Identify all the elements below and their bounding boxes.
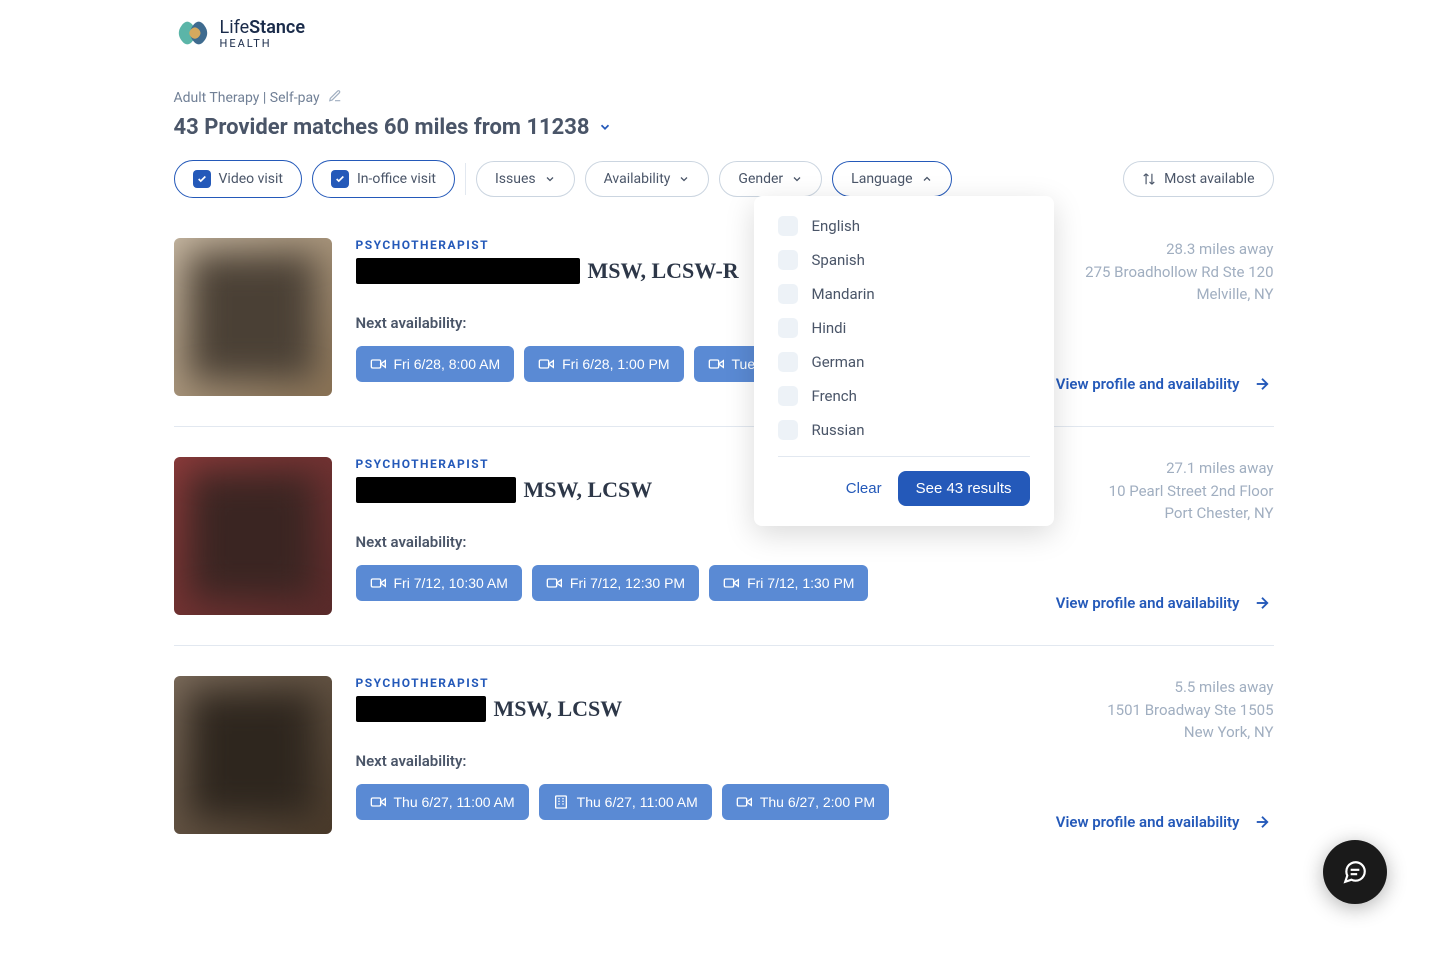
- checkbox-icon: [778, 420, 798, 440]
- time-slot-button[interactable]: Fri 6/28, 8:00 AM: [356, 346, 515, 382]
- edit-icon[interactable]: [328, 88, 342, 107]
- checkbox-icon: [778, 216, 798, 236]
- provider-photo[interactable]: [174, 238, 332, 396]
- sort-icon: [1142, 172, 1156, 186]
- redacted-name: [356, 258, 580, 284]
- chevron-down-icon[interactable]: [598, 115, 612, 140]
- provider-address-line: 1501 Broadway Ste 1505: [1054, 699, 1274, 722]
- checkbox-icon: [778, 352, 798, 372]
- time-slot-button[interactable]: Fri 7/12, 10:30 AM: [356, 565, 522, 601]
- provider-card: PSYCHOTHERAPIST MSW, LCSW Next availabil…: [174, 676, 1274, 864]
- brand-logo[interactable]: LifeStance HEALTH: [174, 16, 306, 52]
- view-profile-link[interactable]: View profile and availability: [1056, 372, 1274, 396]
- see-results-button[interactable]: See 43 results: [898, 471, 1030, 506]
- checkbox-icon: [778, 250, 798, 270]
- video-icon: [723, 575, 739, 591]
- language-option-spanish[interactable]: Spanish: [778, 250, 1030, 270]
- chat-icon: [1342, 859, 1368, 885]
- provider-photo[interactable]: [174, 676, 332, 834]
- language-option-hindi[interactable]: Hindi: [778, 318, 1030, 338]
- provider-card: PSYCHOTHERAPIST MSW, LCSW Next availabil…: [174, 457, 1274, 646]
- checkbox-icon: [778, 318, 798, 338]
- provider-address-line: Melville, NY: [1054, 283, 1274, 306]
- chevron-down-icon: [791, 173, 803, 185]
- video-icon: [546, 575, 562, 591]
- language-option-mandarin[interactable]: Mandarin: [778, 284, 1030, 304]
- language-option-english[interactable]: English: [778, 216, 1030, 236]
- chat-fab-button[interactable]: [1323, 840, 1387, 904]
- availability-filter[interactable]: Availability: [585, 161, 710, 197]
- chevron-down-icon: [544, 173, 556, 185]
- check-icon: [193, 170, 211, 188]
- video-icon: [538, 356, 554, 372]
- provider-card: PSYCHOTHERAPIST MSW, LCSW-R Next availab…: [174, 238, 1274, 427]
- provider-distance: 28.3 miles away: [1054, 238, 1274, 261]
- provider-name[interactable]: MSW, LCSW-R: [356, 258, 739, 284]
- video-icon: [736, 794, 752, 810]
- in-office-visit-chip[interactable]: In-office visit: [312, 160, 455, 198]
- time-slot-button[interactable]: Thu 6/27, 11:00 AM: [356, 784, 529, 820]
- clear-button[interactable]: Clear: [846, 480, 882, 497]
- provider-distance: 27.1 miles away: [1054, 457, 1274, 480]
- redacted-name: [356, 696, 486, 722]
- building-icon: [553, 794, 569, 810]
- video-icon: [370, 575, 386, 591]
- time-slot-button[interactable]: Fri 6/28, 1:00 PM: [524, 346, 683, 382]
- provider-address-line: 275 Broadhollow Rd Ste 120: [1054, 261, 1274, 284]
- time-slot-button[interactable]: Thu 6/27, 11:00 AM: [539, 784, 712, 820]
- time-slot-button[interactable]: Thu 6/27, 2:00 PM: [722, 784, 889, 820]
- video-icon: [370, 794, 386, 810]
- chevron-up-icon: [921, 173, 933, 185]
- gender-filter[interactable]: Gender: [719, 161, 822, 197]
- view-profile-link[interactable]: View profile and availability: [1056, 591, 1274, 615]
- arrow-right-icon: [1250, 810, 1274, 834]
- breadcrumb: Adult Therapy | Self-pay: [174, 90, 320, 106]
- dropdown-divider: [778, 456, 1030, 457]
- checkbox-icon: [778, 386, 798, 406]
- video-visit-chip[interactable]: Video visit: [174, 160, 303, 198]
- results-heading: 43 Provider matches 60 miles from 11238: [174, 115, 1274, 140]
- provider-photo[interactable]: [174, 457, 332, 615]
- redacted-name: [356, 477, 516, 503]
- provider-address-line: Port Chester, NY: [1054, 502, 1274, 525]
- availability-label: Next availability:: [356, 533, 1030, 551]
- brand-name: LifeStance HEALTH: [220, 18, 306, 50]
- check-icon: [331, 170, 349, 188]
- time-slot-button[interactable]: Fri 7/12, 1:30 PM: [709, 565, 868, 601]
- time-slot-button[interactable]: Fri 7/12, 12:30 PM: [532, 565, 699, 601]
- video-icon: [370, 356, 386, 372]
- provider-name[interactable]: MSW, LCSW: [356, 696, 623, 722]
- filter-divider: [465, 163, 466, 195]
- language-dropdown-panel: English Spanish Mandarin Hindi German: [754, 196, 1054, 526]
- arrow-right-icon: [1250, 591, 1274, 615]
- language-option-russian[interactable]: Russian: [778, 420, 1030, 440]
- provider-name[interactable]: MSW, LCSW: [356, 477, 653, 503]
- arrow-right-icon: [1250, 372, 1274, 396]
- chevron-down-icon: [678, 173, 690, 185]
- checkbox-icon: [778, 284, 798, 304]
- language-filter[interactable]: Language: [832, 161, 951, 197]
- issues-filter[interactable]: Issues: [476, 161, 575, 197]
- provider-role: PSYCHOTHERAPIST: [356, 676, 1030, 690]
- language-option-german[interactable]: German: [778, 352, 1030, 372]
- logo-mark-icon: [174, 16, 212, 52]
- availability-label: Next availability:: [356, 752, 1030, 770]
- view-profile-link[interactable]: View profile and availability: [1056, 810, 1274, 834]
- provider-address-line: New York, NY: [1054, 721, 1274, 744]
- provider-address-line: 10 Pearl Street 2nd Floor: [1054, 480, 1274, 503]
- provider-distance: 5.5 miles away: [1054, 676, 1274, 699]
- video-icon: [708, 356, 724, 372]
- language-option-french[interactable]: French: [778, 386, 1030, 406]
- sort-pill[interactable]: Most available: [1123, 161, 1273, 197]
